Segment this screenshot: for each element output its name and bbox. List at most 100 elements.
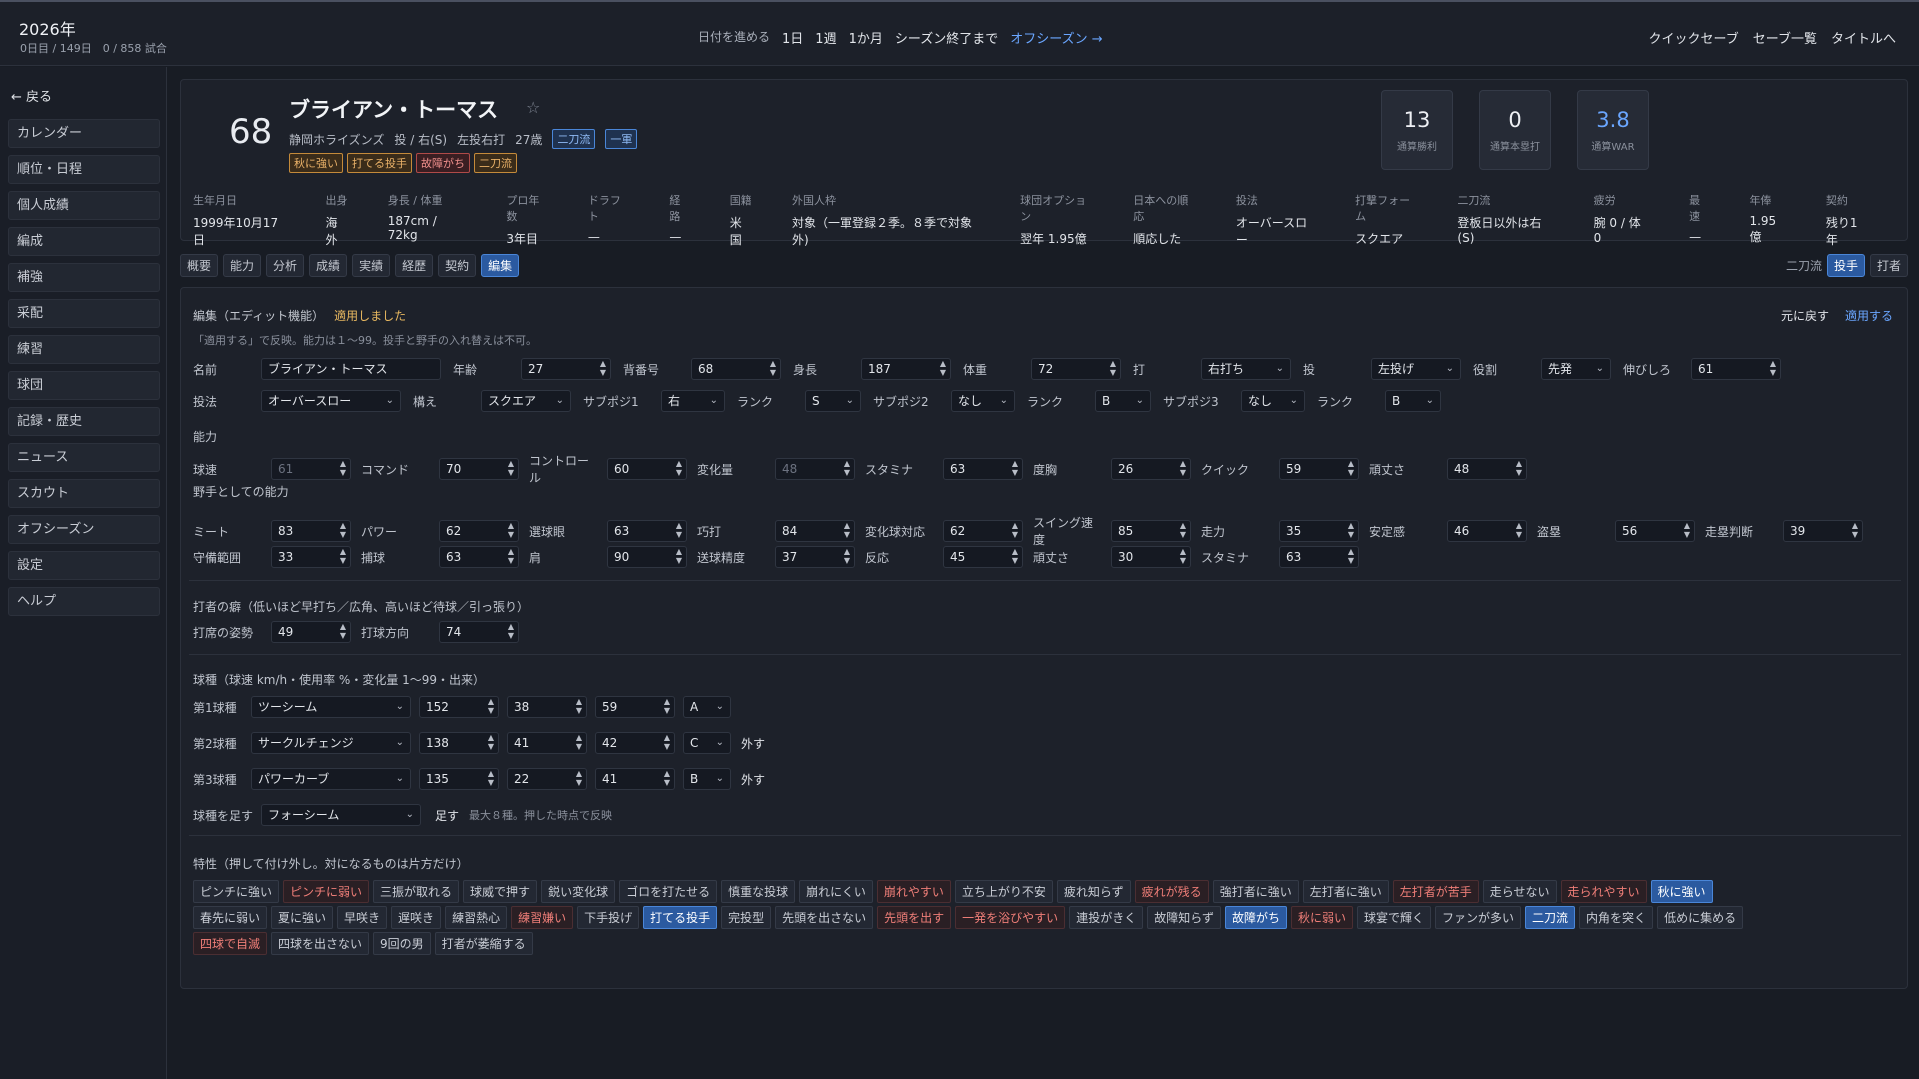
trait-toggle[interactable]: 練習熱心 [445, 906, 508, 929]
trait-toggle[interactable]: 鋭い変化球 [541, 880, 616, 903]
rank-2-select[interactable]: B ⌄ [1095, 390, 1151, 412]
pitch-speed-input[interactable]: 135 ▲ ▼ [419, 768, 499, 790]
trait-toggle[interactable]: 立ち上がり不安 [954, 880, 1053, 903]
stepper-arrows-icon[interactable]: ▲ ▼ [340, 547, 346, 565]
fielder-input[interactable]: 63 ▲ ▼ [439, 546, 519, 568]
ability-input[interactable]: 70 ▲ ▼ [439, 458, 519, 480]
stepper-arrows-icon[interactable]: ▲ ▼ [676, 521, 682, 539]
sidebar-item[interactable]: スカウト [8, 479, 160, 508]
trait-toggle[interactable]: 秋に強い [1650, 880, 1713, 903]
remove-pitch-button[interactable]: 外す [741, 735, 765, 752]
height-input[interactable]: 187 ▲ ▼ [861, 358, 951, 380]
trait-toggle[interactable]: 球宴で輝く [1357, 906, 1432, 929]
mode-pitcher-button[interactable]: 投手 [1826, 254, 1865, 277]
trait-toggle[interactable]: 秋に弱い [1290, 906, 1353, 929]
fielder-input[interactable]: 30 ▲ ▼ [1111, 546, 1191, 568]
apply-button[interactable]: 適用する [1845, 307, 1893, 324]
fielder-input[interactable]: 45 ▲ ▼ [943, 546, 1023, 568]
pitch-usage-input[interactable]: 22 ▲ ▼ [507, 768, 587, 790]
sidebar-item[interactable]: 球団 [8, 371, 160, 400]
trait-toggle[interactable]: 走られやすい [1560, 880, 1647, 903]
pitch-type-select[interactable]: パワーカーブ ⌄ [251, 768, 411, 790]
fielder-input[interactable]: 83 ▲ ▼ [271, 520, 351, 542]
ability-input[interactable]: 48 ▲ ▼ [1447, 458, 1527, 480]
trait-toggle[interactable]: 9回の男 [373, 932, 431, 955]
stepper-arrows-icon[interactable]: ▲ ▼ [1012, 459, 1018, 477]
advance-1month-button[interactable]: 1か月 [849, 28, 883, 47]
stepper-arrows-icon[interactable]: ▲ ▼ [676, 459, 682, 477]
ability-input[interactable]: 61 ▲ ▼ [271, 458, 351, 480]
ability-input[interactable]: 48 ▲ ▼ [775, 458, 855, 480]
ability-input[interactable]: 26 ▲ ▼ [1111, 458, 1191, 480]
tab-1[interactable]: 能力 [223, 254, 262, 277]
role-select[interactable]: 先発 ⌄ [1541, 358, 1611, 380]
trait-toggle[interactable]: ファンが多い [1435, 906, 1522, 929]
trait-toggle[interactable]: 疲れ知らず [1056, 880, 1131, 903]
trait-toggle[interactable]: 故障がち [1224, 906, 1287, 929]
bats-select[interactable]: 右打ち ⌄ [1201, 358, 1291, 380]
remove-pitch-button[interactable]: 外す [741, 771, 765, 788]
trait-toggle[interactable]: 低めに集める [1657, 906, 1744, 929]
fielder-input[interactable]: 62 ▲ ▼ [439, 520, 519, 542]
stepper-arrows-icon[interactable]: ▲ ▼ [508, 459, 514, 477]
trait-toggle[interactable]: 三振が取れる [373, 880, 460, 903]
tab-7[interactable]: 編集 [481, 254, 520, 277]
trait-toggle[interactable]: 故障知らず [1147, 906, 1221, 929]
to-title-button[interactable]: タイトルへ [1831, 28, 1896, 47]
advance-1week-button[interactable]: 1週 [815, 28, 836, 47]
stepper-arrows-icon[interactable]: ▲ ▼ [576, 733, 582, 751]
revert-button[interactable]: 元に戻す [1781, 307, 1829, 324]
pitch-speed-input[interactable]: 138 ▲ ▼ [419, 732, 499, 754]
stepper-arrows-icon[interactable]: ▲ ▼ [1180, 547, 1186, 565]
fielder-input[interactable]: 62 ▲ ▼ [943, 520, 1023, 542]
fielder-input[interactable]: 63 ▲ ▼ [607, 520, 687, 542]
stepper-arrows-icon[interactable]: ▲ ▼ [844, 547, 850, 565]
trait-toggle[interactable]: 連投がきく [1069, 906, 1144, 929]
stepper-arrows-icon[interactable]: ▲ ▼ [664, 769, 670, 787]
pitch-type-select[interactable]: サークルチェンジ ⌄ [251, 732, 411, 754]
advance-season-end-button[interactable]: シーズン終了まで [895, 28, 998, 47]
stepper-arrows-icon[interactable]: ▲ ▼ [1852, 521, 1858, 539]
stepper-arrows-icon[interactable]: ▲ ▼ [340, 459, 346, 477]
stepper-arrows-icon[interactable]: ▲ ▼ [676, 547, 682, 565]
sidebar-item[interactable]: 補強 [8, 263, 160, 292]
trait-toggle[interactable]: 左打者に強い [1302, 880, 1389, 903]
fielder-input[interactable]: 37 ▲ ▼ [775, 546, 855, 568]
trait-toggle[interactable]: 走らせない [1482, 880, 1557, 903]
fielder-input[interactable]: 35 ▲ ▼ [1279, 520, 1359, 542]
trait-toggle[interactable]: 慎重な投球 [721, 880, 796, 903]
trait-toggle[interactable]: 先頭を出さない [775, 906, 874, 929]
sidebar-item[interactable]: 個人成績 [8, 191, 160, 220]
ability-input[interactable]: 63 ▲ ▼ [943, 458, 1023, 480]
trait-toggle[interactable]: 春先に弱い [193, 906, 268, 929]
sidebar-item[interactable]: オフシーズン [8, 515, 160, 544]
age-input[interactable]: 27 ▲ ▼ [521, 358, 611, 380]
stepper-arrows-icon[interactable]: ▲ ▼ [508, 547, 514, 565]
rank-1-select[interactable]: S ⌄ [805, 390, 861, 412]
sub-position-2-select[interactable]: なし ⌄ [951, 390, 1015, 412]
stepper-arrows-icon[interactable]: ▲ ▼ [340, 521, 346, 539]
trait-toggle[interactable]: 打てる投手 [643, 906, 718, 929]
stepper-arrows-icon[interactable]: ▲ ▼ [1012, 547, 1018, 565]
name-input[interactable]: ブライアン・トーマス [261, 358, 441, 380]
pitch-usage-input[interactable]: 41 ▲ ▼ [507, 732, 587, 754]
stepper-arrows-icon[interactable]: ▲ ▼ [576, 697, 582, 715]
stepper-arrows-icon[interactable]: ▲ ▼ [664, 733, 670, 751]
stepper-arrows-icon[interactable]: ▲ ▼ [1348, 459, 1354, 477]
trait-toggle[interactable]: ゴロを打たせる [619, 880, 718, 903]
trait-toggle[interactable]: 遅咲き [391, 906, 442, 929]
trait-toggle[interactable]: 二刀流 [1525, 906, 1576, 929]
add-pitch-button[interactable]: 足す [435, 807, 459, 824]
stepper-arrows-icon[interactable]: ▲ ▼ [844, 521, 850, 539]
offseason-link[interactable]: オフシーズン → [1010, 28, 1102, 47]
trait-toggle[interactable]: 一発を浴びやすい [955, 906, 1066, 929]
weight-input[interactable]: 72 ▲ ▼ [1031, 358, 1121, 380]
fielder-input[interactable]: 63 ▲ ▼ [1279, 546, 1359, 568]
quick-save-button[interactable]: クイックセーブ [1649, 28, 1739, 47]
add-pitch-select[interactable]: フォーシーム ⌄ [261, 804, 421, 826]
tab-6[interactable]: 契約 [438, 254, 477, 277]
stepper-arrows-icon[interactable]: ▲ ▼ [576, 769, 582, 787]
ability-input[interactable]: 59 ▲ ▼ [1279, 458, 1359, 480]
growth-input[interactable]: 61 ▲ ▼ [1691, 358, 1781, 380]
stepper-arrows-icon[interactable]: ▲ ▼ [940, 359, 946, 377]
